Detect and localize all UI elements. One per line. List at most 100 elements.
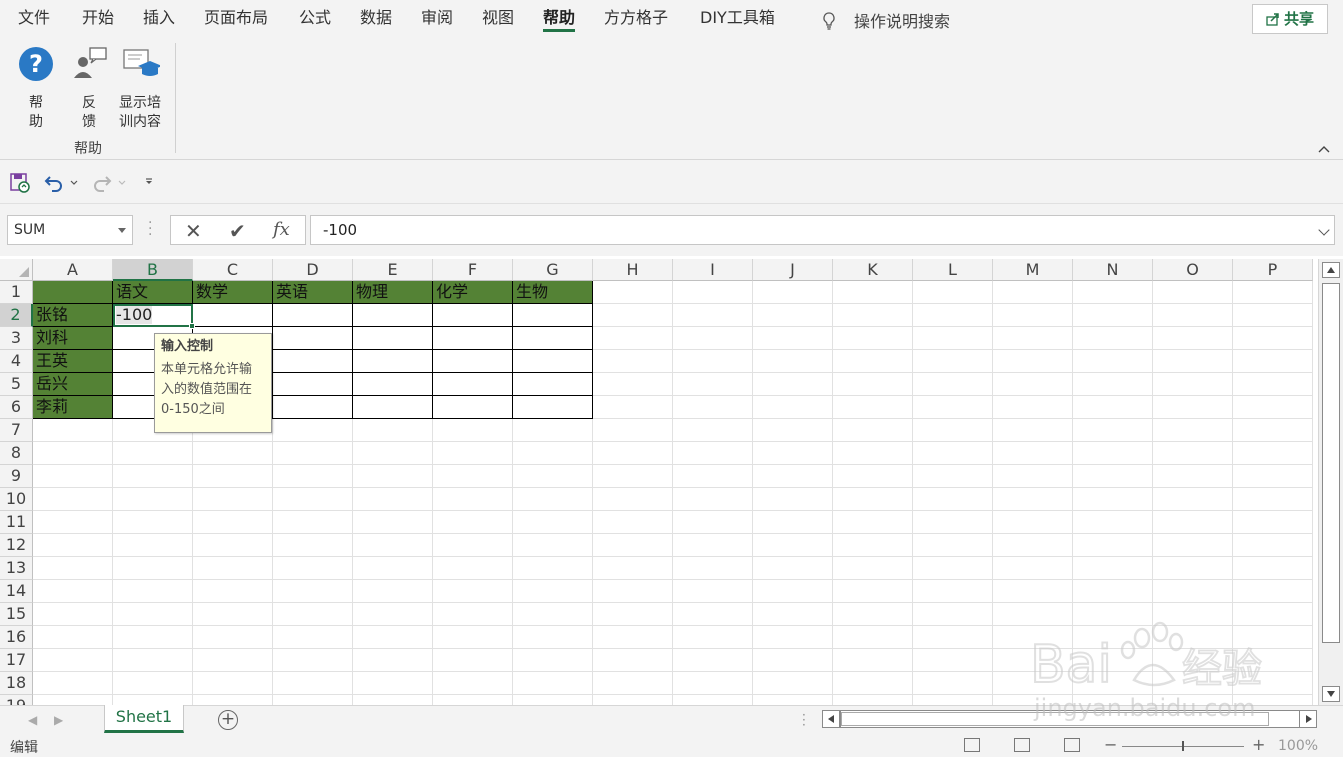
row-header[interactable]: 1 (0, 281, 33, 304)
cell-B8[interactable] (113, 442, 193, 465)
cell-J18[interactable] (753, 672, 833, 695)
cell-N19[interactable] (1073, 695, 1153, 705)
cell-L8[interactable] (913, 442, 993, 465)
cell-P14[interactable] (1233, 580, 1313, 603)
cell-E14[interactable] (353, 580, 433, 603)
cell-H18[interactable] (593, 672, 673, 695)
cell-C8[interactable] (193, 442, 273, 465)
cell-K12[interactable] (833, 534, 913, 557)
cell-A19[interactable] (33, 695, 113, 705)
column-header[interactable]: E (353, 259, 433, 281)
cell-A14[interactable] (33, 580, 113, 603)
cell-O5[interactable] (1153, 373, 1233, 396)
cell-D11[interactable] (273, 511, 353, 534)
cell-K16[interactable] (833, 626, 913, 649)
cell-F7[interactable] (433, 419, 513, 442)
cell-M13[interactable] (993, 557, 1073, 580)
cell-D16[interactable] (273, 626, 353, 649)
cell-A7[interactable] (33, 419, 113, 442)
cell-G11[interactable] (513, 511, 593, 534)
tab-help[interactable]: 帮助 (543, 8, 576, 32)
cell-O19[interactable] (1153, 695, 1233, 705)
cell-L7[interactable] (913, 419, 993, 442)
cell-I7[interactable] (673, 419, 753, 442)
cell-I13[interactable] (673, 557, 753, 580)
cell-P9[interactable] (1233, 465, 1313, 488)
cell-H16[interactable] (593, 626, 673, 649)
cell-H11[interactable] (593, 511, 673, 534)
cell-C15[interactable] (193, 603, 273, 626)
cell-I2[interactable] (673, 304, 753, 327)
row-header[interactable]: 8 (0, 442, 33, 465)
cell-H10[interactable] (593, 488, 673, 511)
cell-B11[interactable] (113, 511, 193, 534)
enter-entry-icon[interactable]: ✔ (229, 219, 246, 243)
cell-E13[interactable] (353, 557, 433, 580)
cell-H17[interactable] (593, 649, 673, 672)
worksheet-grid[interactable]: ABCDEFGHIJKLMNOP 1 2 3 4 5 6 7 8 9 10 11 12 13 14 15 16… (0, 259, 1318, 705)
cell-N5[interactable] (1073, 373, 1153, 396)
cell-D9[interactable] (273, 465, 353, 488)
vertical-scroll-thumb[interactable] (1322, 283, 1340, 643)
cell-J10[interactable] (753, 488, 833, 511)
cell-D17[interactable] (273, 649, 353, 672)
cell-O10[interactable] (1153, 488, 1233, 511)
row-header[interactable]: 4 (0, 350, 33, 373)
cell-L11[interactable] (913, 511, 993, 534)
cell-A10[interactable] (33, 488, 113, 511)
cell-P10[interactable] (1233, 488, 1313, 511)
cell-G18[interactable] (513, 672, 593, 695)
cell-I6[interactable] (673, 396, 753, 419)
cell-F4[interactable] (433, 350, 513, 373)
column-header[interactable]: I (673, 259, 753, 281)
cell-G17[interactable] (513, 649, 593, 672)
cell-M17[interactable] (993, 649, 1073, 672)
cell-H19[interactable] (593, 695, 673, 705)
cell-A12[interactable] (33, 534, 113, 557)
cell-C9[interactable] (193, 465, 273, 488)
cell-P4[interactable] (1233, 350, 1313, 373)
tab-splitter-grip-icon[interactable]: · · · (802, 709, 806, 731)
cell-L2[interactable] (913, 304, 993, 327)
tab-review[interactable]: 审阅 (421, 8, 453, 32)
cell-D3[interactable] (273, 327, 353, 350)
cell-I3[interactable] (673, 327, 753, 350)
cell-G16[interactable] (513, 626, 593, 649)
cell-N10[interactable] (1073, 488, 1153, 511)
cell-M19[interactable] (993, 695, 1073, 705)
cell-O17[interactable] (1153, 649, 1233, 672)
row-header[interactable]: 6 (0, 396, 33, 419)
cell-F19[interactable] (433, 695, 513, 705)
cell-P15[interactable] (1233, 603, 1313, 626)
cell-D14[interactable] (273, 580, 353, 603)
cell-L13[interactable] (913, 557, 993, 580)
cell-F14[interactable] (433, 580, 513, 603)
cell-M5[interactable] (993, 373, 1073, 396)
tab-fangfang[interactable]: 方方格子 (604, 8, 668, 32)
row-header[interactable]: 3 (0, 327, 33, 350)
cell-L14[interactable] (913, 580, 993, 603)
cell-L3[interactable] (913, 327, 993, 350)
cell-H4[interactable] (593, 350, 673, 373)
cell-J2[interactable] (753, 304, 833, 327)
cell-A2[interactable]: 张铭 (33, 304, 113, 327)
cell-O11[interactable] (1153, 511, 1233, 534)
tab-diy-toolbox[interactable]: DIY工具箱 (700, 8, 775, 32)
cell-P16[interactable] (1233, 626, 1313, 649)
cell-B13[interactable] (113, 557, 193, 580)
cell-E6[interactable] (353, 396, 433, 419)
cell-N7[interactable] (1073, 419, 1153, 442)
cell-B1[interactable]: 语文 (113, 281, 193, 304)
cell-N1[interactable] (1073, 281, 1153, 304)
cell-C2[interactable] (193, 304, 273, 327)
cell-L1[interactable] (913, 281, 993, 304)
cell-N2[interactable] (1073, 304, 1153, 327)
tab-formulas[interactable]: 公式 (299, 8, 331, 32)
cell-G15[interactable] (513, 603, 593, 626)
cell-G1[interactable]: 生物 (513, 281, 593, 304)
cell-A13[interactable] (33, 557, 113, 580)
cell-H3[interactable] (593, 327, 673, 350)
cell-M3[interactable] (993, 327, 1073, 350)
scroll-up-button[interactable] (1322, 262, 1340, 278)
cell-M15[interactable] (993, 603, 1073, 626)
